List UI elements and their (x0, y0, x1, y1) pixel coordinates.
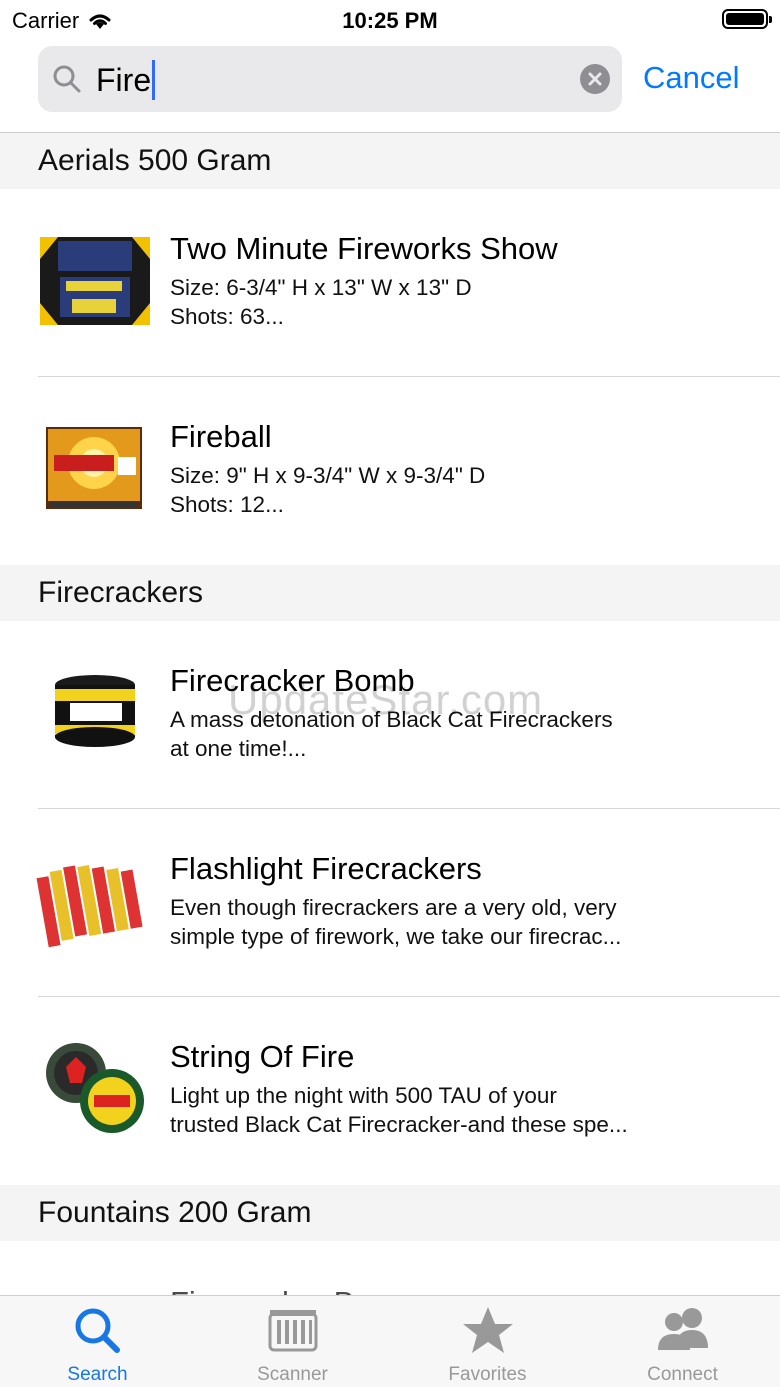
clear-search-button[interactable] (580, 64, 610, 94)
item-detail: Size: 6-3/4" H x 13" W x 13" D (170, 275, 472, 300)
search-query: Fire (96, 61, 152, 98)
tab-label: Search (67, 1364, 128, 1385)
people-icon (657, 1308, 708, 1350)
tab-label: Scanner (257, 1364, 328, 1385)
list-item[interactable]: Two Minute Fireworks Show Size: 6-3/4" H… (0, 189, 780, 377)
item-title: Two Minute Fireworks Show (170, 231, 558, 266)
cancel-button[interactable]: Cancel (643, 60, 740, 96)
item-title: Fireball (170, 419, 272, 454)
item-detail: simple type of firework, we take our fir… (170, 924, 622, 949)
list-item[interactable]: Fireball Size: 9" H x 9-3/4" W x 9-3/4" … (0, 377, 780, 565)
tab-label: Favorites (448, 1364, 527, 1385)
item-title: String Of Fire (170, 1039, 355, 1074)
section-header-fountains: Fountains 200 Gram (0, 1185, 780, 1241)
item-detail: Shots: 12... (170, 492, 284, 517)
product-thumbnail-fireball (46, 427, 142, 509)
item-detail: Size: 9" H x 9-3/4" W x 9-3/4" D (170, 463, 486, 488)
item-detail: Light up the night with 500 TAU of your (170, 1083, 557, 1108)
tab-search[interactable]: Search (0, 1296, 195, 1387)
item-title: Flashlight Firecrackers (170, 851, 482, 886)
search-icon (75, 1308, 120, 1353)
item-title: Firecracker Barrage (170, 1285, 444, 1295)
list-item[interactable]: String Of Fire Light up the night with 5… (0, 997, 780, 1185)
tab-bar: Search Scanner Favorites Connect (0, 1295, 780, 1387)
tab-scanner[interactable]: Scanner (195, 1296, 390, 1387)
battery-icon (722, 9, 772, 29)
clear-x-icon (588, 72, 602, 86)
search-input[interactable]: Fire (96, 60, 156, 100)
star-icon (462, 1307, 513, 1353)
product-thumbnail-flashlight-firecrackers (36, 864, 143, 948)
product-thumbnail-firecracker-bomb (55, 675, 135, 747)
search-header: Fire Cancel (0, 40, 780, 133)
list-item[interactable]: Flashlight Firecrackers Even though fire… (0, 809, 780, 997)
list-item[interactable]: Firecracker Barrage (0, 1241, 780, 1295)
item-detail: Shots: 63... (170, 304, 284, 329)
product-thumbnail-string-of-fire (46, 1043, 144, 1133)
section-header-firecrackers: Firecrackers (0, 565, 780, 621)
item-detail: trusted Black Cat Firecracker-and these … (170, 1112, 628, 1137)
section-header-aerials: Aerials 500 Gram (0, 133, 780, 189)
barcode-scanner-icon (268, 1310, 317, 1352)
item-detail: Even though firecrackers are a very old,… (170, 895, 617, 920)
watermark: UpdateStar.com (228, 676, 544, 723)
search-bar[interactable]: Fire (38, 46, 622, 112)
tab-label: Connect (647, 1364, 718, 1385)
text-caret (152, 60, 156, 100)
clock: 10:25 PM (342, 8, 438, 33)
tab-favorites[interactable]: Favorites (390, 1296, 585, 1387)
tab-connect[interactable]: Connect (585, 1296, 780, 1387)
magnifier-icon (53, 65, 81, 93)
product-thumbnail-two-minute-show (40, 237, 150, 325)
status-bar: Carrier 10:25 PM (0, 0, 780, 40)
item-detail: at one time!... (170, 736, 307, 761)
